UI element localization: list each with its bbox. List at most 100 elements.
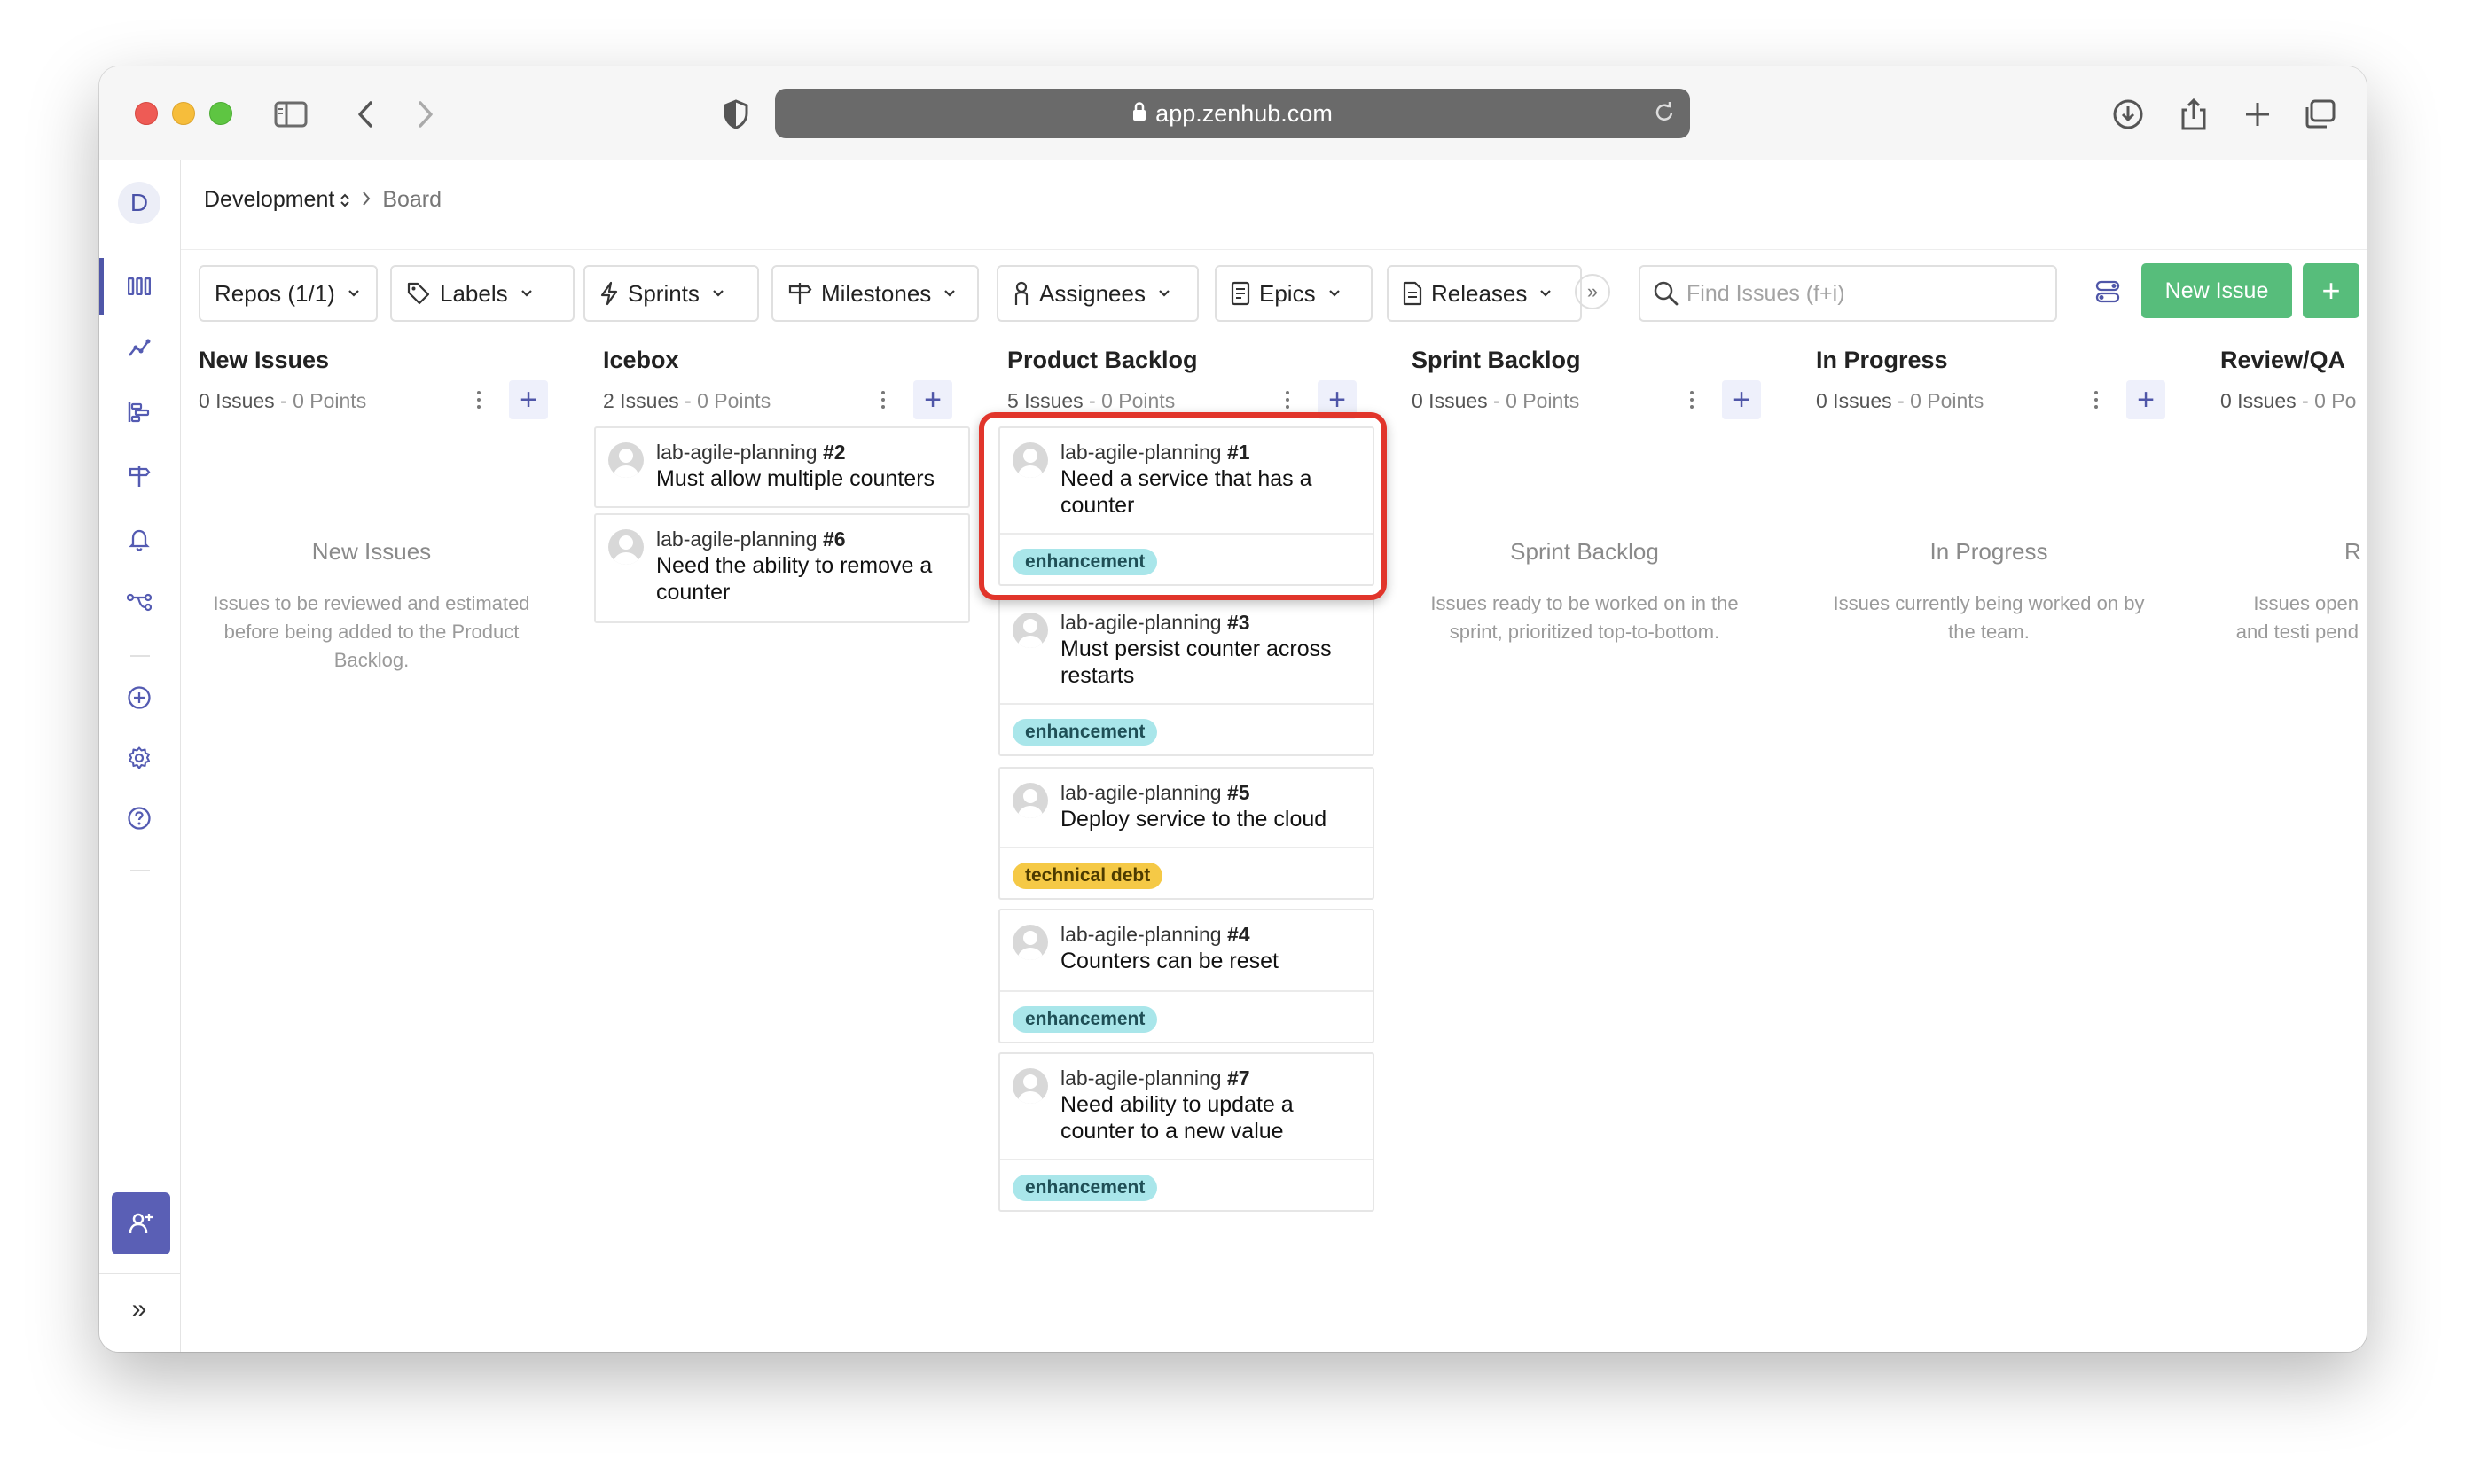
empty-pipeline-description: Issues ready to be worked on in the spri… [1430, 592, 1739, 643]
back-icon[interactable] [348, 97, 383, 132]
label-badge[interactable]: enhancement [1013, 719, 1158, 746]
repos-filter[interactable]: Repos (1/1) [199, 265, 378, 322]
signpost-icon [787, 281, 812, 306]
help-icon[interactable] [121, 801, 157, 836]
dependencies-icon[interactable] [121, 584, 157, 620]
pipeline-sprint-backlog: Sprint Backlog 0 Issues - 0 Points + Spr… [1394, 338, 1775, 1348]
search-input[interactable] [1685, 279, 2043, 308]
sidebar-toggle-icon[interactable] [273, 97, 309, 132]
forward-icon[interactable] [408, 97, 443, 132]
breadcrumb-current-page: Board [382, 187, 442, 212]
signpost-icon[interactable] [121, 458, 157, 494]
assignees-filter[interactable]: Assignees [997, 265, 1199, 322]
workspace-avatar[interactable]: D [118, 182, 160, 224]
empty-pipeline-title: R [2344, 538, 2361, 565]
pipeline-icebox: Icebox 2 Issues - 0 Points + lab-agile-p… [585, 338, 970, 1348]
pipeline-menu-icon[interactable] [2087, 384, 2105, 416]
add-issue-to-pipeline-button[interactable]: + [1722, 380, 1761, 419]
expand-sidebar-button[interactable]: » [121, 1292, 157, 1327]
board-main: Development Board Repos (1/1) Labels Spr… [181, 160, 2367, 1352]
issue-title: Must persist counter across restarts [1060, 637, 1332, 688]
view-toggle-icon[interactable] [2090, 274, 2125, 309]
label-badge[interactable]: enhancement [1013, 1175, 1158, 1201]
empty-pipeline-title: In Progress [1929, 538, 2048, 565]
releases-filter[interactable]: Releases [1387, 265, 1582, 322]
add-issue-to-pipeline-button[interactable]: + [509, 380, 548, 419]
add-circle-icon[interactable] [121, 680, 157, 715]
maximize-window-button[interactable] [209, 102, 232, 125]
search-icon [1653, 280, 1679, 307]
shield-icon[interactable] [718, 97, 754, 132]
download-icon[interactable] [2110, 97, 2146, 132]
add-issue-to-pipeline-button[interactable]: + [913, 380, 952, 419]
issue-card[interactable]: lab-agile-planning #7 Need ability to up… [998, 1052, 1374, 1212]
epics-filter[interactable]: Epics [1215, 265, 1373, 322]
issue-title: Counters can be reset [1060, 949, 1279, 973]
filter-label: Epics [1259, 279, 1316, 307]
reload-icon[interactable] [1653, 101, 1676, 130]
issue-card[interactable]: lab-agile-planning #5 Deploy service to … [998, 767, 1374, 900]
breadcrumb: Development Board [204, 187, 442, 213]
more-filters-button[interactable]: » [1575, 274, 1610, 309]
pipeline-stats: 0 Issues - 0 Points [1412, 389, 1580, 412]
issue-card[interactable]: lab-agile-planning #6 Need the ability t… [594, 513, 970, 623]
person-icon [1013, 281, 1030, 306]
card-divider [1000, 1159, 1373, 1160]
sidebar-divider [130, 655, 150, 657]
milestones-filter[interactable]: Milestones [771, 265, 979, 322]
card-divider [1000, 847, 1373, 848]
new-issue-dropdown-button[interactable]: + [2303, 263, 2359, 318]
issue-repo: lab-agile-planning #4 [1060, 923, 1250, 946]
label-badge[interactable]: enhancement [1013, 1006, 1158, 1033]
tag-icon [406, 281, 431, 306]
chevron-down-icon [348, 289, 360, 298]
pipeline-new-issues: New Issues 0 Issues - 0 Points + New Iss… [181, 338, 562, 1348]
issue-card[interactable]: lab-agile-planning #3 Must persist count… [998, 597, 1374, 756]
new-tab-icon[interactable] [2240, 97, 2275, 132]
reports-icon[interactable] [121, 331, 157, 366]
tab-overview-icon[interactable] [2302, 97, 2337, 132]
assignee-avatar [1013, 613, 1048, 648]
empty-pipeline-description: Issues currently being worked on by the … [1833, 592, 2145, 643]
issue-card[interactable]: lab-agile-planning #4 Counters can be re… [998, 909, 1374, 1043]
empty-pipeline-description: Issues to be reviewed and estimated befo… [213, 592, 530, 671]
issue-repo: lab-agile-planning #3 [1060, 611, 1250, 634]
settings-gear-icon[interactable] [121, 740, 157, 776]
minimize-window-button[interactable] [172, 102, 195, 125]
lock-icon [1132, 100, 1146, 128]
assignee-avatar [1013, 925, 1048, 960]
issue-repo: lab-agile-planning #5 [1060, 781, 1250, 804]
issue-repo: lab-agile-planning #6 [656, 527, 846, 551]
notifications-bell-icon[interactable] [121, 522, 157, 558]
labels-filter[interactable]: Labels [390, 265, 575, 322]
share-icon[interactable] [2176, 97, 2211, 132]
highlight-box [979, 412, 1387, 600]
pipeline-menu-icon[interactable] [1683, 384, 1701, 416]
label-badge[interactable]: technical debt [1013, 863, 1163, 889]
sidebar-divider [130, 870, 150, 871]
issue-title: Need ability to update a counter to a ne… [1060, 1092, 1294, 1144]
pipeline-menu-icon[interactable] [1279, 384, 1296, 416]
pipeline-title: Product Backlog [1007, 347, 1198, 373]
chevron-updown-icon[interactable] [340, 191, 350, 209]
card-divider [1000, 990, 1373, 992]
empty-pipeline-title: Sprint Backlog [1510, 538, 1659, 565]
invite-user-button[interactable] [112, 1192, 170, 1254]
app-sidebar: D » [99, 160, 181, 1352]
url-text: app.zenhub.com [1155, 99, 1333, 127]
pipeline-menu-icon[interactable] [470, 384, 488, 416]
add-issue-to-pipeline-button[interactable]: + [2126, 380, 2165, 419]
board-icon[interactable] [121, 269, 157, 304]
close-window-button[interactable] [135, 102, 158, 125]
workspace-switcher[interactable]: Development [204, 187, 334, 213]
chevron-down-icon [1158, 289, 1170, 298]
new-issue-button[interactable]: New Issue [2141, 263, 2292, 318]
search-issues[interactable] [1639, 265, 2057, 322]
roadmap-icon[interactable] [121, 394, 157, 430]
sprints-filter[interactable]: Sprints [583, 265, 759, 322]
pipeline-title: Sprint Backlog [1412, 347, 1581, 373]
pipeline-menu-icon[interactable] [874, 384, 892, 416]
address-bar[interactable]: app.zenhub.com [775, 89, 1690, 138]
chevron-down-icon [520, 289, 533, 298]
issue-card[interactable]: lab-agile-planning #2 Must allow multipl… [594, 426, 970, 508]
